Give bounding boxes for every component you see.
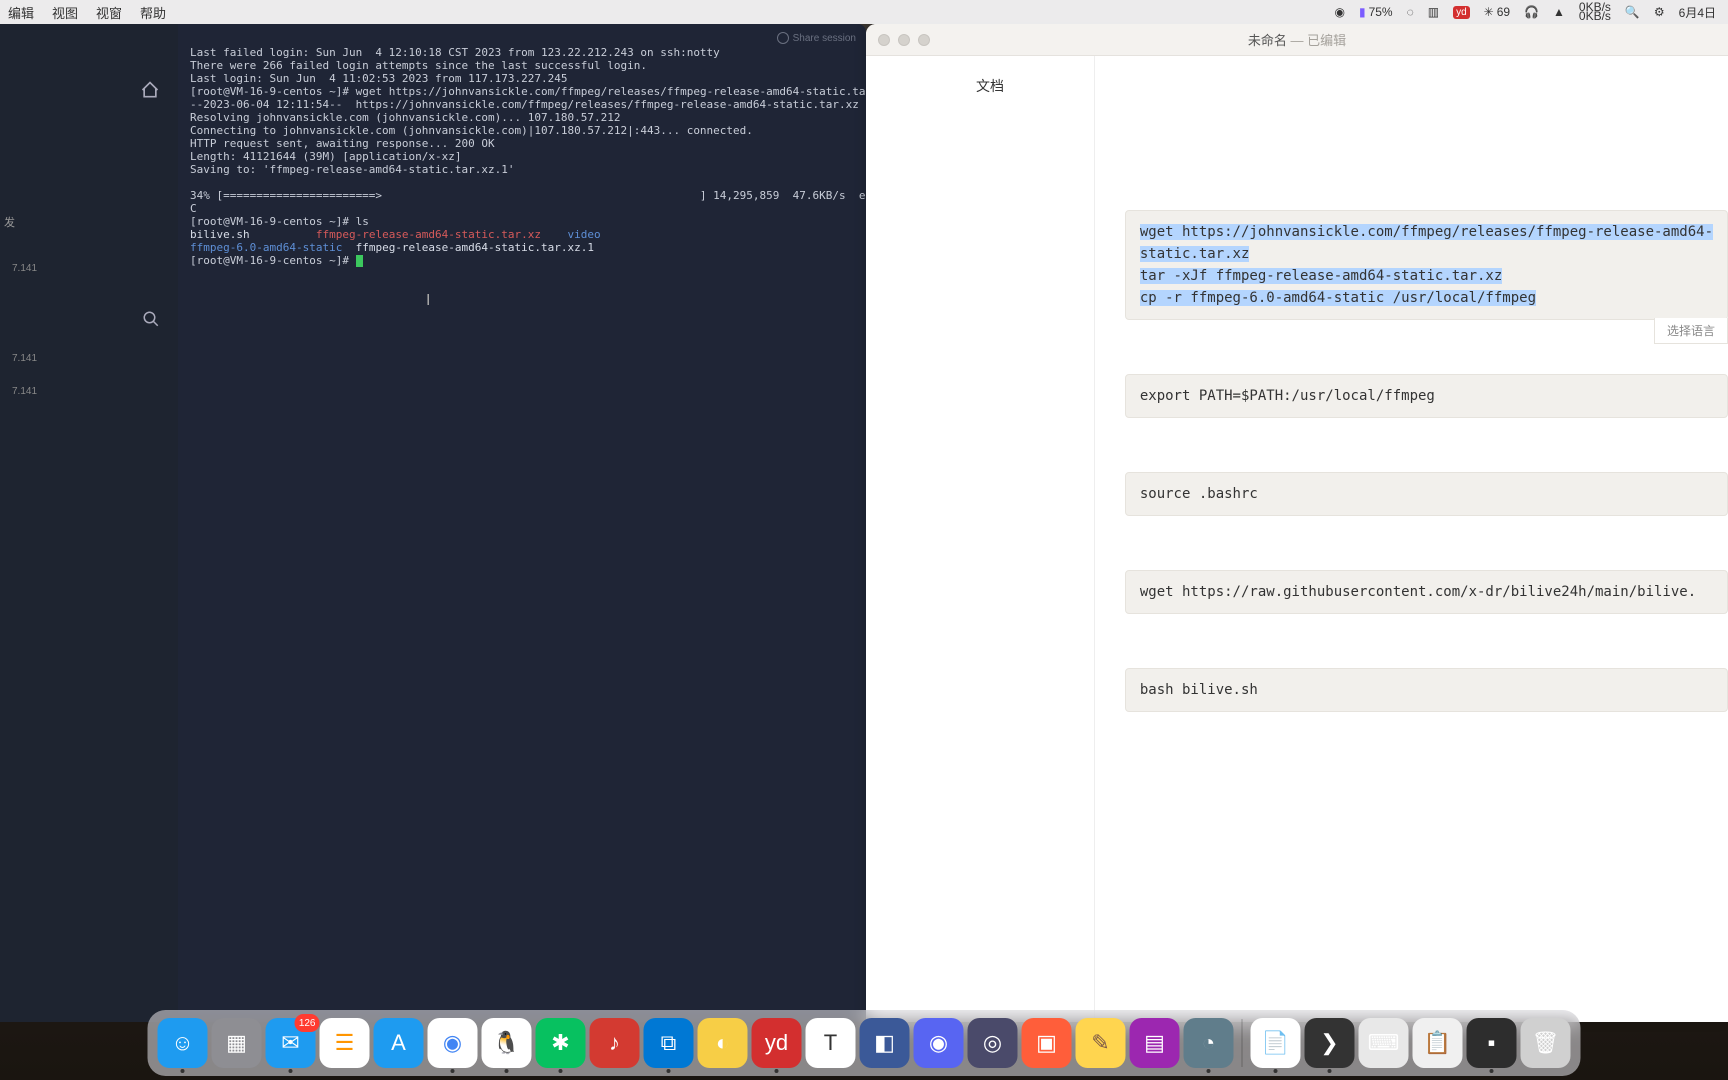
document-left-panel: 文档 — [866, 56, 1095, 1022]
dock-app-chrome[interactable]: ◉ — [428, 1018, 478, 1068]
dock-app-discord[interactable]: ◉ — [914, 1018, 964, 1068]
sidebar-host-3[interactable]: 7.141 — [2, 382, 47, 401]
code-block-5[interactable]: bash bilive.sh — [1125, 668, 1728, 712]
menu-view[interactable]: 视图 — [52, 3, 78, 22]
document-window: 未命名 — 已编辑 文档 wget https://johnvansickle.… — [866, 24, 1728, 1022]
control-center-icon[interactable]: ⚙ — [1654, 5, 1665, 19]
minimize-icon[interactable] — [898, 34, 910, 46]
dock-app-notes[interactable]: ✎ — [1076, 1018, 1126, 1068]
dock-app-app4[interactable]: ▣ — [1022, 1018, 1072, 1068]
dock-app-app8[interactable]: 📋 — [1413, 1018, 1463, 1068]
mail-badge: 126 — [295, 1014, 320, 1032]
dock-app-app5[interactable]: ▤ — [1130, 1018, 1180, 1068]
search-icon[interactable]: 🔍 — [1625, 5, 1640, 19]
menu-window[interactable]: 视窗 — [96, 3, 122, 22]
record-icon[interactable]: ◉ — [1334, 5, 1344, 19]
dock-app-app9[interactable]: ▪ — [1467, 1018, 1517, 1068]
flag-icon[interactable]: ▲ — [1553, 5, 1565, 19]
sync-icon[interactable]: ◌ — [1407, 5, 1414, 19]
menubar-right: ◉ ▮75% ◌ ▥ yd ✳69 🎧 ▲ 0KB/s0KB/s 🔍 ⚙ 6月4… — [1334, 3, 1728, 21]
sidebar-host-1[interactable]: 7.141 — [2, 259, 47, 278]
network-stats[interactable]: 0KB/s0KB/s — [1579, 3, 1611, 21]
text-cursor-icon: I — [426, 292, 430, 310]
dock-app-appstore[interactable]: A — [374, 1018, 424, 1068]
youdao-icon[interactable]: yd — [1453, 6, 1470, 19]
dock-app-textedit[interactable]: 📄 — [1251, 1018, 1301, 1068]
dock-separator — [1242, 1019, 1243, 1067]
dock-app-app6[interactable]: ◔ — [1184, 1018, 1234, 1068]
dock-app-wechat[interactable]: ✱ — [536, 1018, 586, 1068]
language-select-button[interactable]: 选择语言 — [1654, 318, 1728, 344]
document-title: 未命名 — 已编辑 — [1248, 30, 1346, 49]
battery-indicator[interactable]: ▮75% — [1359, 5, 1393, 19]
menu-help[interactable]: 帮助 — [140, 3, 166, 22]
broadcast-icon — [777, 32, 789, 44]
menubar-left: 编辑 视图 视窗 帮助 — [0, 3, 166, 22]
share-session-button[interactable]: Share session — [777, 32, 856, 44]
search-icon[interactable] — [142, 310, 160, 328]
code-block-3[interactable]: source .bashrc — [1125, 472, 1728, 516]
document-tab[interactable]: 文档 — [866, 76, 1094, 96]
dock-app-qq[interactable]: 🐧 — [482, 1018, 532, 1068]
close-icon[interactable] — [878, 34, 890, 46]
dock-app-terminal[interactable]: ❯ — [1305, 1018, 1355, 1068]
zoom-icon[interactable] — [918, 34, 930, 46]
dock-app-app7[interactable]: ⌨ — [1359, 1018, 1409, 1068]
menubar: 编辑 视图 视窗 帮助 ◉ ▮75% ◌ ▥ yd ✳69 🎧 ▲ 0KB/s0… — [0, 0, 1728, 24]
dock-app-trash[interactable]: 🗑 — [1521, 1018, 1571, 1068]
terminal-pane[interactable]: Share session Last failed login: Sun Jun… — [178, 24, 866, 1022]
grid-icon[interactable]: ▥ — [1428, 5, 1439, 19]
dock-app-typora[interactable]: T — [806, 1018, 856, 1068]
terminal-cursor — [356, 255, 363, 267]
dock: ☺▦✉126☰A◉🐧✱♪⧉◐ydT◧◉◎▣✎▤◔📄❯⌨📋▪🗑 — [148, 1010, 1581, 1076]
wechat-indicator[interactable]: ✳69 — [1484, 5, 1510, 19]
code-block-2[interactable]: export PATH=$PATH:/usr/local/ffmpeg — [1125, 374, 1728, 418]
dock-app-launchpad[interactable]: ▦ — [212, 1018, 262, 1068]
dock-app-vscode[interactable]: ⧉ — [644, 1018, 694, 1068]
sidebar-host-2[interactable]: 7.141 — [2, 349, 47, 368]
terminal-output[interactable]: Last failed login: Sun Jun 4 12:10:18 CS… — [190, 46, 854, 267]
code-block-4[interactable]: wget https://raw.githubusercontent.com/x… — [1125, 570, 1728, 614]
code-block-1[interactable]: wget https://johnvansickle.com/ffmpeg/re… — [1125, 210, 1728, 320]
document-body[interactable]: wget https://johnvansickle.com/ffmpeg/re… — [1095, 56, 1728, 1022]
date-display[interactable]: 6月4日 — [1679, 4, 1716, 21]
traffic-lights[interactable] — [878, 34, 930, 46]
dock-app-app2[interactable]: ◧ — [860, 1018, 910, 1068]
dock-app-reminders[interactable]: ☰ — [320, 1018, 370, 1068]
sidebar-label: 发 — [4, 214, 15, 230]
dock-app-youdao[interactable]: yd — [752, 1018, 802, 1068]
terminal-sidebar: 发 7.141 7.141 7.141 — [0, 24, 178, 1022]
headphone-icon[interactable]: 🎧 — [1524, 5, 1539, 19]
home-icon[interactable] — [140, 80, 160, 100]
dock-app-finder[interactable]: ☺ — [158, 1018, 208, 1068]
dock-app-mail[interactable]: ✉126 — [266, 1018, 316, 1068]
document-titlebar[interactable]: 未命名 — 已编辑 — [866, 24, 1728, 56]
dock-app-netease[interactable]: ♪ — [590, 1018, 640, 1068]
dock-app-app1[interactable]: ◐ — [698, 1018, 748, 1068]
dock-app-app3[interactable]: ◎ — [968, 1018, 1018, 1068]
menu-edit[interactable]: 编辑 — [8, 3, 34, 22]
